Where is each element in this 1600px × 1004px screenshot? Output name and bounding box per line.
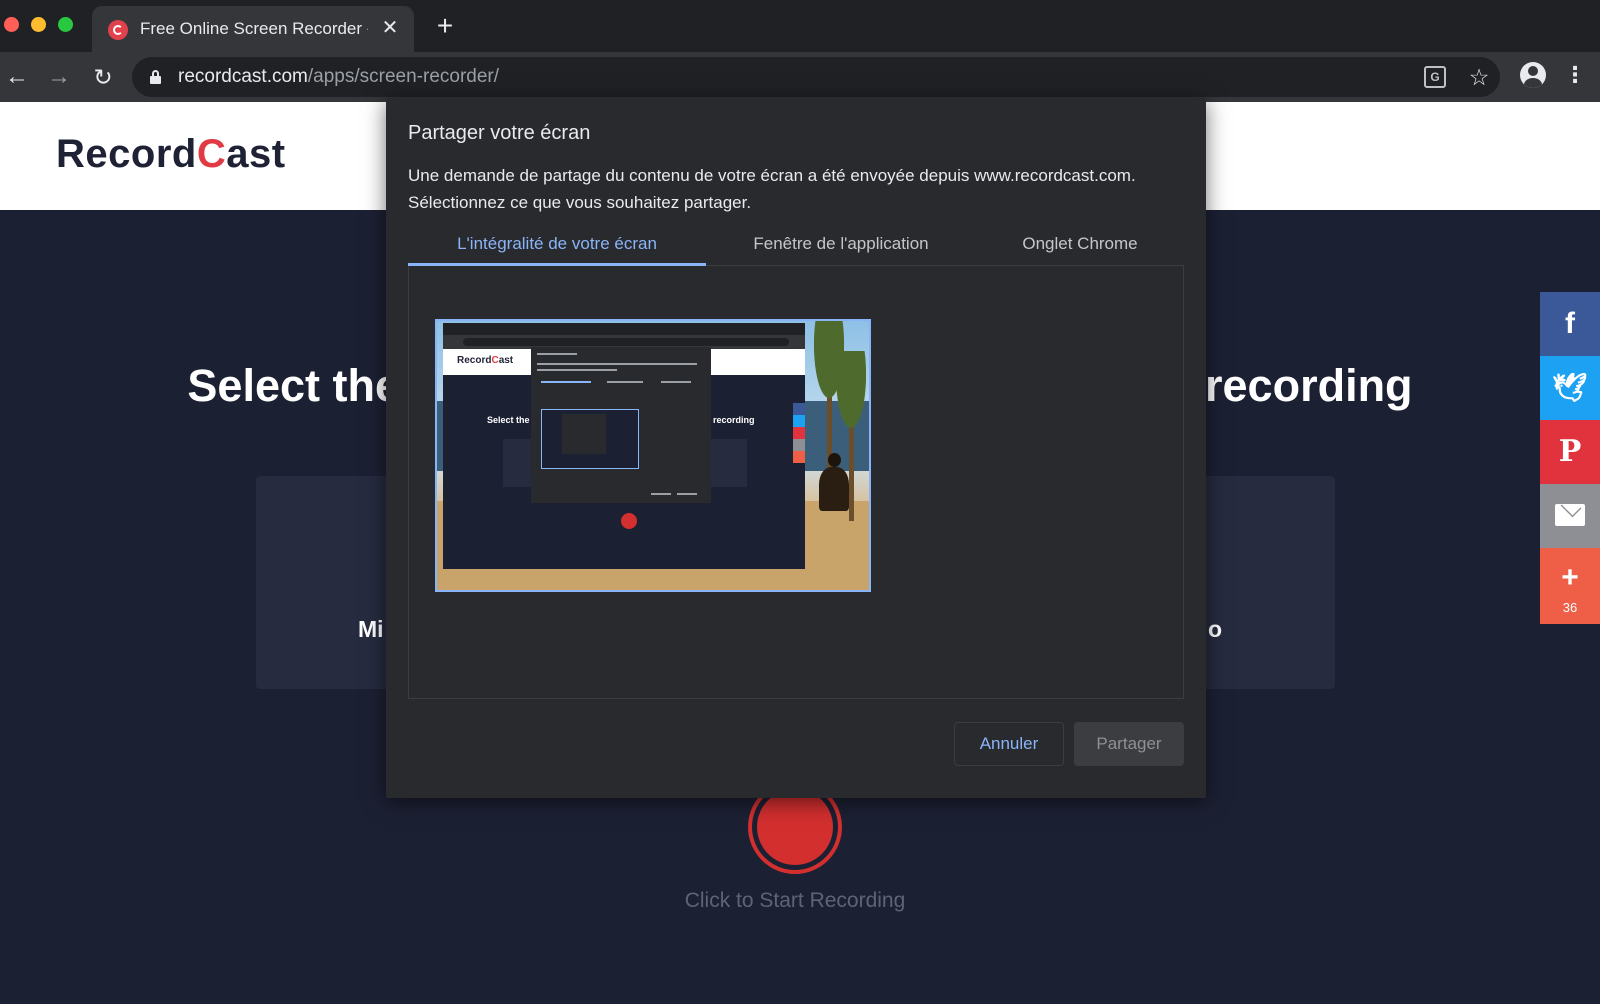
tab-close-icon[interactable]: ✕ — [378, 16, 402, 40]
profile-icon[interactable] — [1520, 62, 1546, 88]
tab-chrome-tab[interactable]: Onglet Chrome — [976, 224, 1184, 266]
email-share-button[interactable] — [1540, 484, 1600, 548]
thumbnail-browser: RecordCast Select the recording — [443, 323, 805, 569]
url-text[interactable]: recordcast.com/apps/screen-recorder/ — [178, 66, 499, 88]
menu-icon[interactable]: ⋮ — [1564, 62, 1586, 88]
page-heading-right: recording — [1205, 360, 1413, 411]
recordcast-favicon-icon — [108, 20, 128, 40]
dialog-title: Partager votre écran — [408, 122, 591, 144]
new-tab-icon[interactable]: + — [431, 12, 459, 40]
plus-icon: + — [1561, 561, 1579, 594]
facebook-share-button[interactable]: f — [1540, 292, 1600, 356]
facebook-icon: f — [1565, 307, 1575, 340]
start-recording-label: Click to Start Recording — [684, 889, 906, 912]
logo-c-icon: C — [196, 132, 227, 176]
screen-thumbnail[interactable]: RecordCast Select the recording — [435, 319, 871, 592]
thumbnail-logo: RecordCast — [457, 355, 514, 366]
logo-text-ast: ast — [226, 132, 286, 176]
back-arrow-icon[interactable]: ← — [2, 62, 32, 92]
browser-tab[interactable]: Free Online Screen Recorder - ✕ — [92, 6, 414, 52]
thumbnail-heading-right: recording — [713, 415, 755, 425]
share-count: 36 — [1562, 600, 1578, 615]
pinterest-share-button[interactable]: P — [1540, 420, 1600, 484]
tab-title: Free Online Screen Recorder - — [140, 19, 368, 38]
share-source-panel: RecordCast Select the recording — [408, 266, 1184, 699]
maximize-window-button[interactable] — [58, 17, 73, 32]
url-path: /apps/screen-recorder/ — [307, 66, 500, 87]
mode-card-left-label: Mi — [358, 616, 384, 642]
thumbnail-dialog — [531, 347, 711, 503]
minimize-window-button[interactable] — [31, 17, 46, 32]
dialog-description-line2: Sélectionnez ce que vous souhaitez parta… — [408, 193, 752, 212]
url-host: recordcast.com — [178, 66, 308, 87]
social-share-bar: f 🕊 P +36 — [1540, 292, 1600, 624]
pinterest-icon: P — [1558, 434, 1582, 469]
address-bar[interactable]: recordcast.com/apps/screen-recorder/ G ☆ — [132, 57, 1500, 97]
share-source-tabs: L'intégralité de votre écran Fenêtre de … — [408, 224, 1184, 266]
browser-toolbar: ← → ↻ recordcast.com/apps/screen-recorde… — [0, 52, 1600, 102]
cancel-button[interactable]: Annuler — [954, 722, 1064, 766]
twitter-icon: 🕊 — [1552, 372, 1588, 403]
mode-card-right-label: o — [1208, 616, 1223, 642]
star-icon[interactable]: ☆ — [1466, 62, 1492, 92]
email-icon — [1555, 504, 1585, 526]
thumbnail-heading-left: Select the — [487, 415, 530, 425]
screen-share-dialog: Partager votre écran Une demande de part… — [386, 98, 1206, 798]
tab-entire-screen[interactable]: L'intégralité de votre écran — [408, 224, 706, 266]
reload-icon[interactable]: ↻ — [88, 62, 118, 92]
translate-icon[interactable]: G — [1424, 66, 1446, 88]
thumbnail-person — [819, 453, 849, 513]
share-button[interactable]: Partager — [1074, 722, 1184, 766]
tab-application-window[interactable]: Fenêtre de l'application — [706, 224, 976, 266]
logo-text-record: Record — [56, 132, 197, 176]
page-heading-left: Select the — [187, 360, 401, 411]
more-share-button[interactable]: +36 — [1540, 548, 1600, 624]
dialog-description: Une demande de partage du contenu de vot… — [408, 162, 1188, 216]
recordcast-logo[interactable]: RecordCast — [56, 132, 286, 177]
lock-icon[interactable] — [150, 70, 161, 84]
forward-arrow-icon[interactable]: → — [44, 62, 74, 92]
browser-tab-bar: Free Online Screen Recorder - ✕ + — [0, 0, 1600, 52]
dialog-description-line1: Une demande de partage du contenu de vot… — [408, 166, 1136, 185]
twitter-share-button[interactable]: 🕊 — [1540, 356, 1600, 420]
close-window-button[interactable] — [4, 17, 19, 32]
